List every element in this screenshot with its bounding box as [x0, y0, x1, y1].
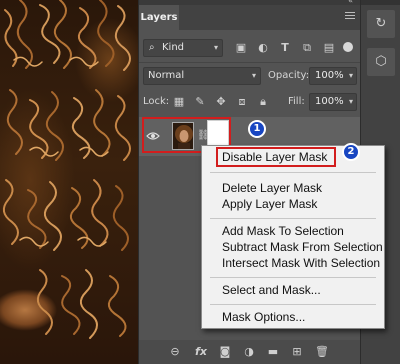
- menu-item-intersect-mask-with-selection[interactable]: Intersect Mask With Selection: [222, 256, 380, 271]
- menu-item-subtract-mask-from-selection[interactable]: Subtract Mask From Selection: [222, 240, 383, 255]
- fill-input[interactable]: 100% ▾: [309, 93, 357, 111]
- opacity-value: 100%: [315, 70, 344, 81]
- blend-mode-value: Normal: [148, 70, 185, 81]
- smart-object-filter-icon[interactable]: ▤: [323, 42, 335, 54]
- lock-image-icon[interactable]: ✎: [194, 96, 206, 108]
- menu-divider: [210, 277, 376, 278]
- menu-item-apply-layer-mask[interactable]: Apply Layer Mask: [222, 197, 317, 212]
- filter-kind-label: Kind: [162, 42, 185, 53]
- step-badge-1: 1: [248, 120, 266, 138]
- chevron-down-icon: ▾: [348, 71, 353, 80]
- step-badge-2: 2: [342, 143, 360, 161]
- blend-mode-dropdown[interactable]: Normal ▾: [143, 67, 261, 85]
- curly-hair-image: [2, 0, 131, 339]
- dock-top-strip: [361, 0, 400, 5]
- menu-divider: [210, 304, 376, 305]
- menu-item-highlight-box: [216, 147, 336, 167]
- lock-transparent-icon[interactable]: ▦: [173, 96, 185, 108]
- link-layers-icon[interactable]: ⊖: [169, 346, 181, 358]
- tab-layers[interactable]: Layers: [139, 5, 179, 30]
- chevron-down-icon: ▾: [348, 97, 353, 106]
- lock-position-icon[interactable]: ✥: [215, 96, 227, 108]
- filter-row: ⌕ Kind ▾ ▣ ◐ T ⧉ ▤: [139, 38, 361, 58]
- lock-label: Lock:: [143, 96, 170, 107]
- search-icon: ⌕: [149, 42, 155, 53]
- menu-item-add-mask-to-selection[interactable]: Add Mask To Selection: [222, 224, 344, 239]
- menu-divider: [210, 218, 376, 219]
- fill-label: Fill:: [288, 96, 305, 107]
- shape-filter-icon[interactable]: ⧉: [301, 42, 313, 54]
- menu-divider: [210, 172, 376, 173]
- document-canvas[interactable]: [0, 0, 138, 364]
- new-layer-icon[interactable]: ⊞: [291, 346, 303, 358]
- lock-artboard-icon[interactable]: ⧈: [236, 96, 248, 108]
- fx-icon[interactable]: fx: [195, 346, 207, 358]
- filter-kind-dropdown[interactable]: ⌕ Kind ▾: [143, 39, 223, 57]
- delete-layer-icon[interactable]: 🗑︎: [315, 346, 329, 358]
- layer-mask-context-menu: Disable Layer Mask Delete Layer Mask App…: [201, 145, 385, 329]
- 3d-icon[interactable]: ⬡: [367, 48, 395, 76]
- chevron-down-icon: ▾: [251, 71, 256, 80]
- type-filter-icon[interactable]: T: [279, 42, 291, 54]
- adjustment-filter-icon[interactable]: ◐: [257, 42, 269, 54]
- image-filter-icon[interactable]: ▣: [235, 42, 247, 54]
- menu-item-select-and-mask[interactable]: Select and Mask...: [222, 283, 321, 298]
- panel-menu-icon[interactable]: [345, 12, 355, 21]
- opacity-input[interactable]: 100% ▾: [309, 67, 357, 85]
- blend-row: Normal ▾ Opacity: 100% ▾: [139, 66, 361, 86]
- opacity-label: Opacity:: [268, 70, 310, 81]
- menu-item-mask-options[interactable]: Mask Options...: [222, 310, 305, 325]
- fill-value: 100%: [315, 96, 344, 107]
- lock-row: Lock: ▦ ✎ ✥ ⧈ 🔒︎ Fill: 100% ▾: [139, 92, 361, 112]
- add-mask-icon[interactable]: ◙: [219, 346, 231, 358]
- panel-tab-bar: Layers: [139, 5, 361, 30]
- new-group-icon[interactable]: ▬: [267, 346, 279, 358]
- lock-all-icon[interactable]: 🔒︎: [257, 96, 269, 108]
- panel-bottom-toolbar: ⊖ fx ◙ ◑ ▬ ⊞ 🗑︎: [139, 340, 361, 364]
- chevron-down-icon: ▾: [213, 43, 218, 52]
- new-adjustment-icon[interactable]: ◑: [243, 346, 255, 358]
- history-icon[interactable]: ↻: [367, 10, 395, 38]
- filter-toggle-icon[interactable]: [343, 42, 353, 52]
- menu-item-delete-layer-mask[interactable]: Delete Layer Mask: [222, 181, 322, 196]
- divider: [139, 62, 361, 63]
